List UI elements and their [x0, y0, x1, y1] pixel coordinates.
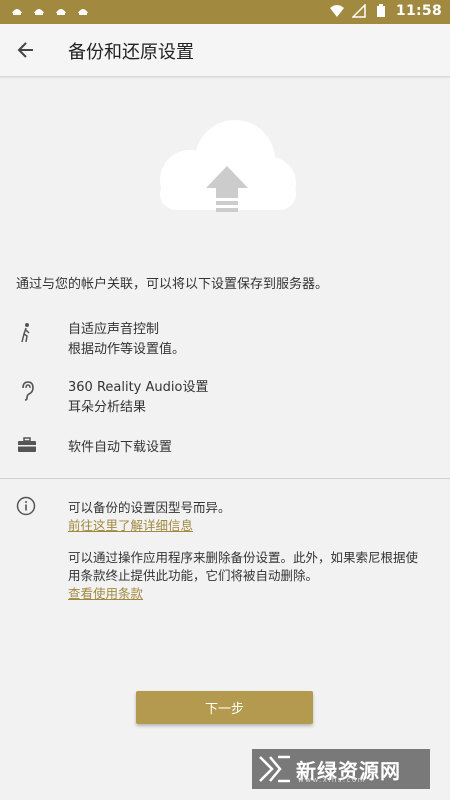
ear-icon	[22, 381, 34, 401]
battery-icon	[376, 4, 385, 17]
signal-icon	[351, 4, 366, 18]
item-subtitle: 耳朵分析结果	[68, 400, 147, 415]
item-title: 360 Reality Audio设置	[68, 380, 209, 395]
intro-text: 通过与您的帐户关联，可以将以下设置保存到服务器。	[16, 277, 329, 292]
android-notification-icon	[78, 9, 88, 15]
walking-person-icon	[21, 323, 30, 343]
watermark-url: www.xlhs.com	[298, 776, 367, 784]
item-title: 软件自动下载设置	[68, 440, 173, 455]
terms-of-use-link[interactable]: 查看使用条款	[68, 583, 143, 602]
arrow-left-icon	[17, 42, 33, 58]
status-bar: 11:58	[0, 0, 450, 24]
notification-icons	[10, 3, 90, 17]
android-notification-icon	[12, 9, 22, 15]
wifi-icon	[329, 5, 344, 17]
details-link[interactable]: 前往这里了解详细信息	[68, 515, 193, 534]
item-subtitle: 根据动作等设置值。	[68, 342, 186, 357]
status-time: 11:58	[395, 3, 442, 19]
item-title: 自适应声音控制	[68, 322, 160, 337]
divider	[0, 478, 450, 479]
info-note: 可以备份的设置因型号而异。	[68, 500, 231, 515]
app-bar: 备份和还原设置	[0, 24, 450, 77]
info-note-line: 用条款终止提供此功能，它们将被自动删除。	[68, 568, 319, 583]
toolbox-icon	[18, 437, 36, 452]
back-button[interactable]	[10, 34, 42, 66]
android-notification-icon	[56, 9, 66, 15]
next-button[interactable]: 下一步	[136, 691, 313, 724]
watermark-logo-icon	[259, 755, 290, 783]
info-note-line: 可以通过操作应用程序来删除备份设置。此外，如果索尼根据使	[68, 550, 419, 565]
android-notification-icon	[34, 9, 44, 15]
watermark: 新绿资源网 www.xlhs.com	[252, 749, 430, 789]
cloud-upload-icon	[160, 120, 296, 212]
info-icon	[16, 496, 36, 516]
page-title: 备份和还原设置	[68, 42, 194, 63]
